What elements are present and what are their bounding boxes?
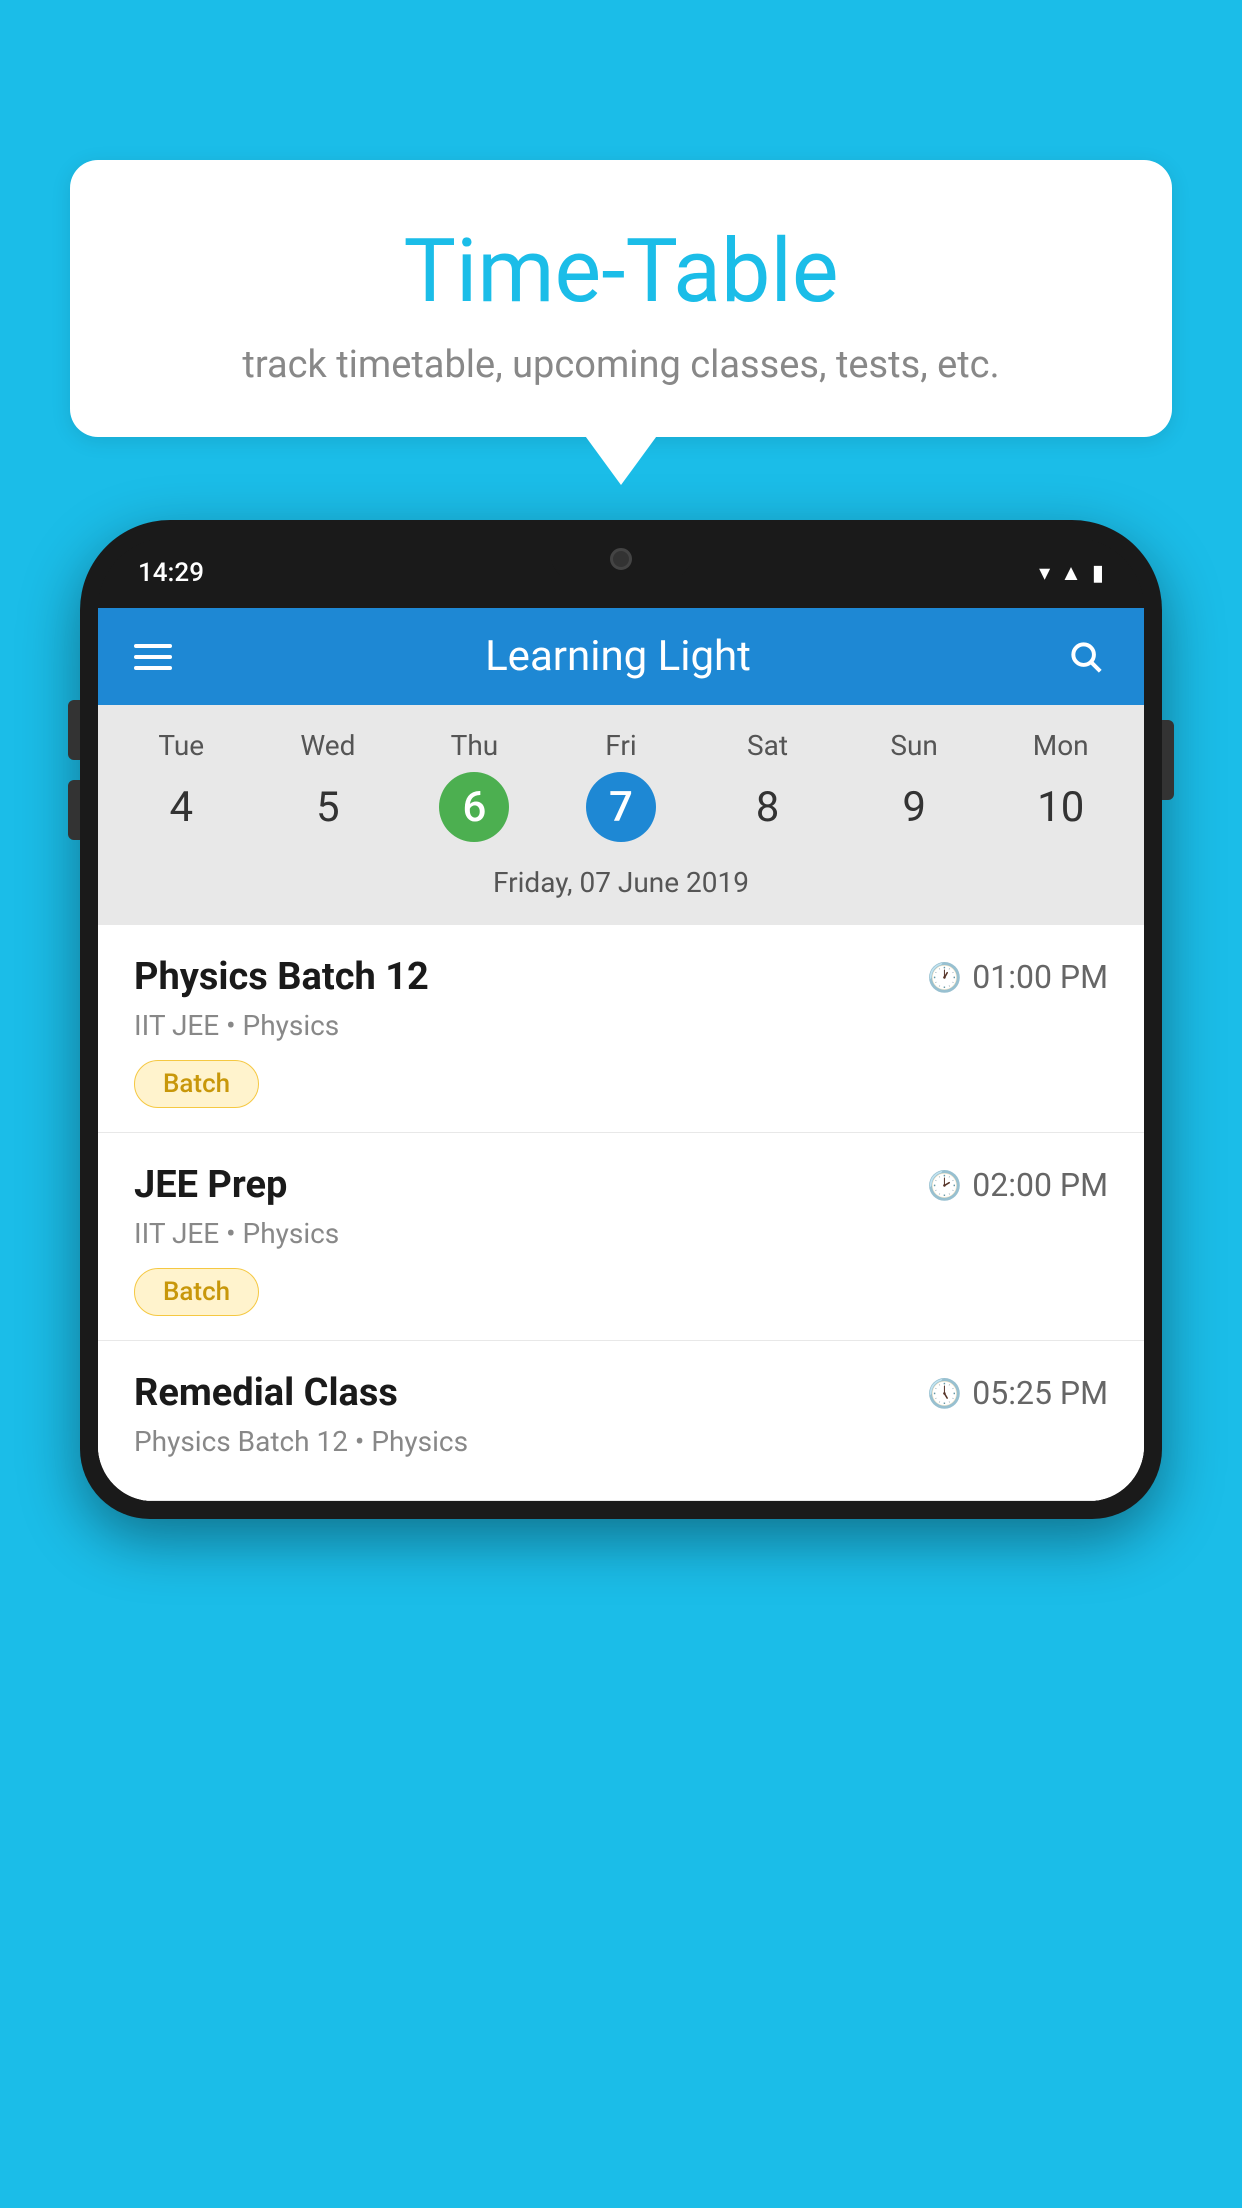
day-header-thu: Thu [401,729,548,772]
schedule-item-1-header: Physics Batch 12 🕐 01:00 PM [134,955,1108,999]
day-headers: Tue Wed Thu Fri Sat Sun Mon [98,729,1144,772]
phone-notch [551,538,691,580]
bubble-subtitle: track timetable, upcoming classes, tests… [120,343,1122,387]
schedule-time-2: 🕑 02:00 PM [927,1166,1108,1204]
schedule-time-text-1: 01:00 PM [972,958,1108,996]
schedule-item-2-header: JEE Prep 🕑 02:00 PM [134,1163,1108,1207]
power-button[interactable] [1162,720,1174,800]
hamburger-line-1 [134,644,172,648]
hamburger-line-3 [134,666,172,670]
volume-down-button[interactable] [68,780,80,840]
phone-mockup: 14:29 ▾ ▲ ▮ Learning Light [80,520,1162,2208]
hamburger-menu-button[interactable] [134,644,172,670]
status-icons: ▾ ▲ ▮ [1039,560,1104,586]
status-bar: 14:29 ▾ ▲ ▮ [98,538,1144,608]
day-numbers: 4 5 6 7 8 9 10 [98,772,1144,858]
day-header-mon: Mon [987,729,1134,772]
day-header-sat: Sat [694,729,841,772]
day-7-selected[interactable]: 7 [586,772,656,842]
day-8[interactable]: 8 [694,772,841,842]
schedule-subtitle-3: Physics Batch 12 • Physics [134,1425,1108,1458]
phone-screen: Learning Light Tue Wed Thu Fri Sat Sun [98,608,1144,1501]
schedule-subtitle-1: IIT JEE • Physics [134,1009,1108,1042]
day-header-wed: Wed [255,729,402,772]
schedule-item-3-header: Remedial Class 🕔 05:25 PM [134,1371,1108,1415]
schedule-list: Physics Batch 12 🕐 01:00 PM IIT JEE • Ph… [98,925,1144,1501]
status-time: 14:29 [138,558,204,588]
schedule-time-3: 🕔 05:25 PM [927,1374,1108,1412]
volume-up-button[interactable] [68,700,80,760]
signal-icon: ▲ [1060,560,1082,586]
day-4[interactable]: 4 [108,772,255,842]
day-header-sun: Sun [841,729,988,772]
day-10[interactable]: 10 [987,772,1134,842]
schedule-subtitle-2: IIT JEE • Physics [134,1217,1108,1250]
hamburger-line-2 [134,655,172,659]
app-header: Learning Light [98,608,1144,705]
schedule-title-3: Remedial Class [134,1371,398,1415]
calendar-strip: Tue Wed Thu Fri Sat Sun Mon 4 5 6 7 8 9 … [98,705,1144,925]
batch-badge-2: Batch [134,1268,259,1316]
search-button[interactable] [1064,635,1108,679]
clock-icon-3: 🕔 [927,1377,962,1410]
phone-body: 14:29 ▾ ▲ ▮ Learning Light [80,520,1162,1519]
wifi-icon: ▾ [1039,561,1050,586]
day-header-tue: Tue [108,729,255,772]
selected-date-label: Friday, 07 June 2019 [98,858,1144,917]
battery-icon: ▮ [1092,561,1104,586]
schedule-title-2: JEE Prep [134,1163,287,1207]
day-5[interactable]: 5 [255,772,402,842]
day-header-fri: Fri [548,729,695,772]
schedule-time-text-2: 02:00 PM [972,1166,1108,1204]
day-6-today[interactable]: 6 [439,772,509,842]
batch-badge-1: Batch [134,1060,259,1108]
clock-icon-1: 🕐 [927,961,962,994]
search-icon [1067,638,1105,676]
schedule-time-text-3: 05:25 PM [972,1374,1108,1412]
app-title: Learning Light [485,632,751,681]
schedule-time-1: 🕐 01:00 PM [927,958,1108,996]
day-9[interactable]: 9 [841,772,988,842]
clock-icon-2: 🕑 [927,1169,962,1202]
speech-bubble-card: Time-Table track timetable, upcoming cla… [70,160,1172,437]
bubble-title: Time-Table [120,220,1122,323]
schedule-item-2[interactable]: JEE Prep 🕑 02:00 PM IIT JEE • Physics Ba… [98,1133,1144,1341]
schedule-item-1[interactable]: Physics Batch 12 🕐 01:00 PM IIT JEE • Ph… [98,925,1144,1133]
schedule-item-3[interactable]: Remedial Class 🕔 05:25 PM Physics Batch … [98,1341,1144,1501]
schedule-title-1: Physics Batch 12 [134,955,429,999]
front-camera [610,548,632,570]
